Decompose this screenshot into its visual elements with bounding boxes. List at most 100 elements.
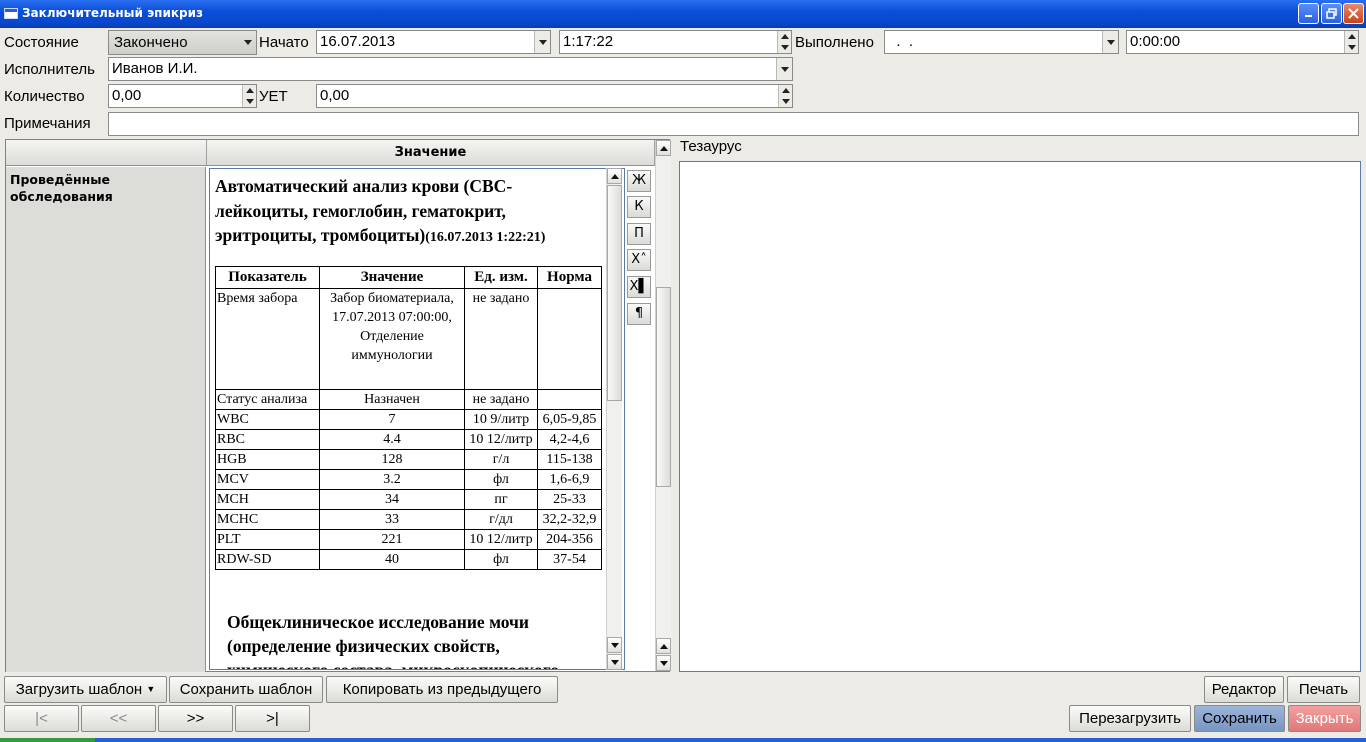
save-button[interactable]: Сохранить [1194, 705, 1285, 732]
underline-button[interactable]: П [627, 223, 651, 245]
start-date-field[interactable]: 16.07.2013 [316, 30, 551, 54]
thesaurus-panel[interactable] [679, 161, 1361, 672]
subscript-button[interactable]: X▌ [627, 276, 651, 298]
cell-unit: фл [464, 469, 538, 490]
table-row: Статус анализа Назначен не задано [215, 389, 602, 410]
scroll-up-icon[interactable] [656, 140, 671, 156]
cell-indicator: RDW-SD [215, 549, 320, 570]
cell-value: 128 [319, 449, 465, 470]
cell-value: 40 [319, 549, 465, 570]
col-value: Значение [319, 266, 465, 289]
report-scroll-thumb[interactable] [607, 185, 622, 401]
restore-button[interactable] [1321, 3, 1342, 24]
cell-norm: 32,2-32,9 [537, 509, 602, 530]
scroll-up-icon[interactable] [656, 638, 671, 654]
minimize-button[interactable] [1298, 3, 1319, 24]
editor-button[interactable]: Редактор [1204, 676, 1284, 703]
bold-button[interactable]: Ж [627, 170, 651, 192]
table-row: PLT 221 10 12/литр 204-356 [215, 529, 602, 550]
done-date-field[interactable]: . . [884, 30, 1119, 54]
cell-value: 7 [319, 409, 465, 430]
restore-icon [1326, 8, 1337, 19]
scroll-down-icon[interactable] [656, 655, 671, 671]
prev-record-button[interactable]: << [81, 705, 156, 732]
results-table: Показатель Значение Ед. изм. Норма Время… [215, 266, 602, 570]
cell-indicator: Время забора [215, 288, 320, 390]
superscript-button[interactable]: X˄ [627, 249, 651, 271]
cell-value: 3.2 [319, 469, 465, 490]
report-editor[interactable]: Автоматический анализ крови (CBC-лейкоци… [209, 168, 625, 670]
window-title: Заключительный эпикриз [22, 6, 203, 20]
first-record-button[interactable]: |< [4, 705, 79, 732]
start-time-field[interactable]: 1:17:22 [559, 30, 792, 54]
cell-unit: фл [464, 549, 538, 570]
cell-indicator: Статус анализа [215, 389, 320, 410]
scroll-up-icon[interactable] [607, 637, 622, 653]
table-row: MCH 34 пг 25-33 [215, 489, 602, 510]
cell-value: Назначен [319, 389, 465, 410]
section-heading-urine: Общеклиническое исследование мочи (опред… [227, 612, 560, 670]
cell-norm: 37-54 [537, 549, 602, 570]
close-button[interactable]: Закрыть [1288, 705, 1361, 732]
save-template-button[interactable]: Сохранить шаблон [169, 676, 323, 703]
cell-norm: 25-33 [537, 489, 602, 510]
row-header-exams[interactable]: Проведённые обследования [6, 167, 206, 672]
start-button[interactable] [0, 738, 95, 742]
italic-button[interactable]: К [627, 196, 651, 218]
quantity-label: Количество [4, 88, 85, 105]
cell-norm: 1,6-6,9 [537, 469, 602, 490]
table-row: MCV 3.2 фл 1,6-6,9 [215, 469, 602, 490]
cell-indicator: MCH [215, 489, 320, 510]
cell-unit: пг [464, 489, 538, 510]
paragraph-button[interactable]: ¶ [627, 303, 651, 325]
chevron-down-icon: ▼ [146, 684, 156, 694]
grid-scroll-thumb[interactable] [656, 287, 671, 487]
uet-field[interactable]: 0,00 [316, 84, 793, 108]
results-table-header: Показатель Значение Ед. изм. Норма [215, 266, 602, 289]
close-window-button[interactable] [1343, 3, 1364, 24]
cell-indicator: HGB [215, 449, 320, 470]
notes-field[interactable] [108, 112, 1359, 136]
done-time-spinner[interactable] [1344, 31, 1358, 53]
start-date-value: 16.07.2013 [320, 33, 396, 50]
copy-previous-button[interactable]: Копировать из предыдущего [326, 676, 558, 703]
start-time-spinner[interactable] [777, 31, 791, 53]
last-record-button[interactable]: >| [235, 705, 310, 732]
quantity-value: 0,00 [112, 87, 142, 104]
cell-value: 33 [319, 509, 465, 530]
start-label: Начато [259, 34, 309, 51]
load-template-button[interactable]: Загрузить шаблон ▼ [4, 676, 167, 703]
table-row: WBC 7 10 9/литр 6,05-9,85 [215, 409, 602, 430]
done-time-value: 0:00:00 [1130, 33, 1181, 50]
print-button[interactable]: Печать [1287, 676, 1360, 703]
scroll-up-icon[interactable] [607, 168, 622, 184]
chevron-down-icon[interactable] [534, 31, 550, 53]
value-column-header[interactable]: Значение [207, 140, 655, 166]
table-row: MCHC 33 г/дл 32,2-32,9 [215, 509, 602, 530]
cell-norm: 6,05-9,85 [537, 409, 602, 430]
report-heading: Автоматический анализ крови (CBC-лейкоци… [215, 174, 595, 251]
col-norm: Норма [537, 266, 602, 289]
start-time-value: 1:17:22 [563, 33, 614, 50]
done-time-field[interactable]: 0:00:00 [1126, 30, 1359, 54]
taskbar [0, 738, 1366, 742]
cell-value: 4.4 [319, 429, 465, 450]
cell-unit: не задано [464, 288, 538, 390]
quantity-spinner[interactable] [242, 85, 256, 107]
cell-indicator: MCHC [215, 509, 320, 530]
next-record-button[interactable]: >> [158, 705, 233, 732]
chevron-down-icon[interactable] [776, 58, 792, 80]
executor-select[interactable]: Иванов И.И. [108, 57, 793, 81]
cell-indicator: MCV [215, 469, 320, 490]
report-heading-bold: Автоматический анализ крови [215, 176, 460, 196]
state-select[interactable]: Закончено [108, 30, 257, 55]
grid-scrollbar[interactable] [655, 140, 671, 671]
reload-button[interactable]: Перезагрузить [1069, 705, 1191, 732]
quantity-field[interactable]: 0,00 [108, 84, 257, 108]
scroll-down-icon[interactable] [607, 654, 622, 670]
chevron-down-icon[interactable] [1102, 31, 1118, 53]
cell-value: 221 [319, 529, 465, 550]
report-scrollbar[interactable] [606, 168, 622, 670]
uet-spinner[interactable] [778, 85, 792, 107]
table-row: RBC 4.4 10 12/литр 4,2-4,6 [215, 429, 602, 450]
